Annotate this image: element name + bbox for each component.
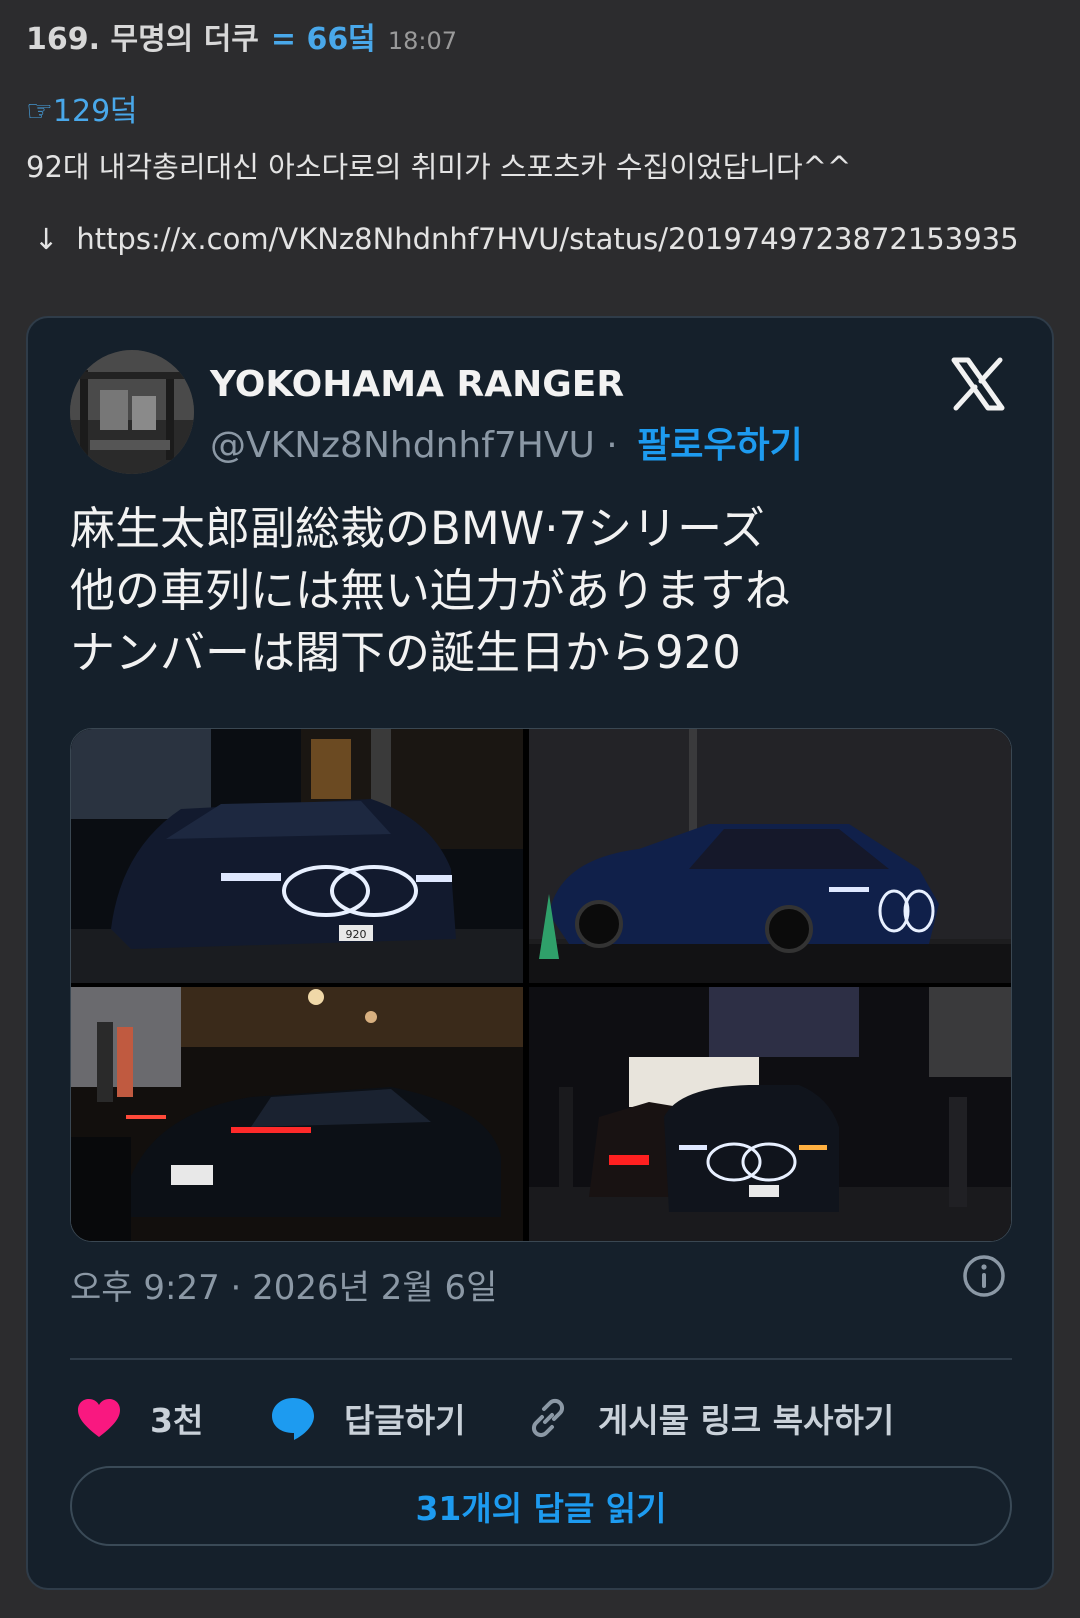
read-replies-button[interactable]: 31개의 답글 읽기	[70, 1466, 1012, 1546]
separator-dot: ·	[606, 425, 618, 466]
tweet-photo-3[interactable]	[71, 987, 523, 1241]
reply-reference: ☞129덬	[26, 86, 1054, 130]
post-score: = 66덬	[270, 22, 376, 57]
tweet-header: YOKOHAMA RANGER @VKNz8Nhdnhf7HVU · 팔로우하기	[70, 350, 1012, 480]
copy-link-button[interactable]: 게시물 링크 복사하기	[526, 1378, 894, 1458]
tweet-text-line-2: 他の車列には無い迫力がありますね	[70, 564, 791, 617]
tweet-handle-row: @VKNz8Nhdnhf7HVU · 팔로우하기	[210, 416, 803, 468]
reply-bubble-icon	[272, 1398, 314, 1440]
info-icon[interactable]	[962, 1254, 1006, 1298]
tweet-handle[interactable]: @VKNz8Nhdnhf7HVU	[210, 425, 595, 466]
tweet-author-name[interactable]: YOKOHAMA RANGER	[210, 364, 624, 405]
like-button[interactable]: 3천	[76, 1378, 203, 1458]
tweet-media-grid[interactable]: 920	[70, 728, 1012, 1242]
down-arrow-icon: ↓	[34, 222, 59, 256]
divider	[70, 1358, 1012, 1360]
tweet-photo-2[interactable]	[529, 729, 1011, 983]
reply-button[interactable]: 답글하기	[270, 1378, 465, 1458]
tweet-photo-1[interactable]: 920	[71, 729, 523, 983]
heart-icon	[78, 1399, 120, 1437]
tweet-text-line-1: 麻生太郎副総裁のBMW·7シリーズ	[70, 502, 765, 555]
post-time: 18:07	[387, 27, 458, 55]
tweet-text-line-3: ナンバーは閣下の誕生日から920	[70, 626, 741, 679]
tweet-date[interactable]: 오후 9:27 · 2026년 2월 6일	[70, 1260, 497, 1309]
link-icon	[531, 1398, 565, 1438]
post-header: 169. 무명의 더쿠 = 66덬 18:07	[26, 14, 1054, 66]
forum-post: 169. 무명의 더쿠 = 66덬 18:07 ☞129덬 92대 내각총리대신…	[0, 0, 1080, 268]
tweet-text: 麻生太郎副総裁のBMW·7シリーズ 他の車列には無い迫力がありますね ナンバーは…	[70, 498, 1012, 684]
plate-number-1: 920	[346, 928, 367, 941]
x-logo-icon[interactable]	[950, 356, 1006, 412]
post-text: 92대 내각총리대신 아소다로의 취미가 스포츠카 수집이었답니다^^	[26, 150, 852, 184]
tweet-photo-4[interactable]	[529, 987, 1011, 1241]
like-count: 3천	[150, 1401, 204, 1440]
reply-reference-link[interactable]: ☞129덬	[26, 94, 138, 129]
follow-button[interactable]: 팔로우하기	[637, 425, 803, 466]
post-link-line: ↓ https://x.com/VKNz8Nhdnhf7HVU/status/20…	[26, 210, 1054, 268]
embedded-tweet[interactable]: YOKOHAMA RANGER @VKNz8Nhdnhf7HVU · 팔로우하기…	[26, 316, 1054, 1590]
avatar[interactable]	[70, 350, 194, 474]
post-link[interactable]: https://x.com/VKNz8Nhdnhf7HVU/status/201…	[76, 222, 1018, 256]
reply-label: 답글하기	[344, 1401, 466, 1440]
copy-link-label: 게시물 링크 복사하기	[598, 1401, 895, 1440]
post-author[interactable]: 169. 무명의 더쿠	[26, 14, 259, 58]
tweet-actions: 3천 답글하기 게시물 링크 복사하기	[70, 1378, 1012, 1458]
